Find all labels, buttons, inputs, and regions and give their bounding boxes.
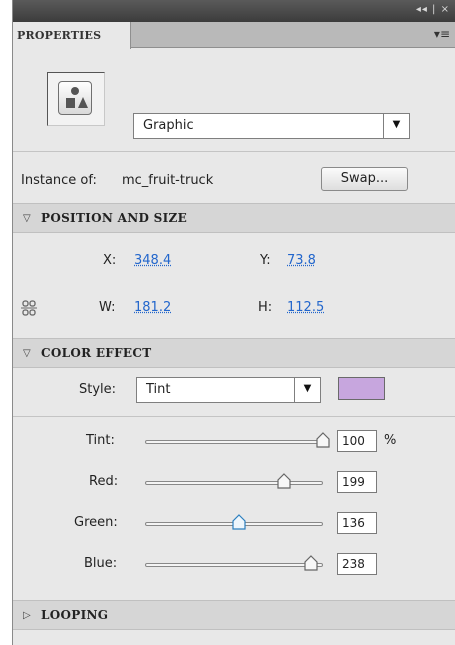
tint-slider[interactable] <box>145 432 330 449</box>
w-label: W: <box>99 300 116 315</box>
green-input[interactable]: 136 <box>337 512 377 534</box>
chain-link-icon[interactable] <box>20 300 38 320</box>
y-label: Y: <box>260 253 271 268</box>
slider-thumb[interactable] <box>232 514 246 530</box>
chevron-down-icon[interactable]: ▼ <box>383 114 409 138</box>
slider-track <box>145 481 323 485</box>
symbol-type-select[interactable]: Graphic ▼ <box>133 113 410 139</box>
red-label: Red: <box>89 474 119 489</box>
slider-thumb[interactable] <box>303 555 318 571</box>
slider-track <box>145 563 323 567</box>
slider-thumb[interactable] <box>316 432 330 448</box>
green-label: Green: <box>74 515 118 530</box>
section-looping[interactable]: ▷ LOOPING <box>13 600 455 630</box>
tab-row: PROPERTIES ▾≡ <box>13 22 455 49</box>
tint-color-swatch[interactable] <box>338 377 385 400</box>
tint-label: Tint: <box>86 433 115 448</box>
swap-button[interactable]: Swap... <box>321 167 408 191</box>
x-value[interactable]: 348.4 <box>134 253 171 268</box>
blue-slider[interactable] <box>145 555 323 572</box>
blue-input[interactable]: 238 <box>337 553 377 575</box>
divider <box>13 416 455 417</box>
symbol-type-value: Graphic <box>143 118 194 133</box>
style-label: Style: <box>79 382 117 397</box>
w-value[interactable]: 181.2 <box>134 300 171 315</box>
triangle-down-icon[interactable]: ▽ <box>23 348 31 359</box>
instance-of-label: Instance of: <box>21 173 97 188</box>
style-value: Tint <box>146 382 171 397</box>
style-select[interactable]: Tint ▼ <box>136 377 321 403</box>
divider <box>13 151 455 152</box>
panel-menu-icon[interactable]: ▾≡ <box>434 27 450 41</box>
tab-properties[interactable]: PROPERTIES <box>13 22 131 49</box>
percent-unit: % <box>384 433 397 448</box>
chevron-down-icon[interactable]: ▼ <box>294 378 320 402</box>
properties-panel: ◂◂ | × PROPERTIES ▾≡ Graphic ▼ Instance … <box>12 0 455 645</box>
slider-track <box>145 440 323 444</box>
section-position-and-size[interactable]: ▽ POSITION AND SIZE <box>13 203 455 233</box>
section-color-effect[interactable]: ▽ COLOR EFFECT <box>13 338 455 368</box>
h-label: H: <box>258 300 273 315</box>
blue-label: Blue: <box>84 556 118 571</box>
tint-input[interactable]: 100 <box>337 430 377 452</box>
graphic-symbol-glyph <box>66 87 88 108</box>
x-label: X: <box>103 253 117 268</box>
section-title: COLOR EFFECT <box>41 346 152 360</box>
triangle-down-icon[interactable]: ▽ <box>23 213 31 224</box>
section-title: POSITION AND SIZE <box>41 211 188 225</box>
green-slider[interactable] <box>145 514 323 531</box>
slider-thumb[interactable] <box>277 473 291 489</box>
symbol-preview <box>47 72 105 126</box>
triangle-right-icon[interactable]: ▷ <box>23 610 31 621</box>
h-value[interactable]: 112.5 <box>287 300 324 315</box>
instance-name: mc_fruit-truck <box>122 173 214 188</box>
red-input[interactable]: 199 <box>337 471 377 493</box>
panel-title-bar[interactable]: ◂◂ | × <box>13 0 455 22</box>
red-slider[interactable] <box>145 473 323 490</box>
graphic-symbol-icon <box>58 81 92 115</box>
section-title: LOOPING <box>41 608 109 622</box>
panel-window-controls[interactable]: ◂◂ | × <box>416 4 450 15</box>
y-value[interactable]: 73.8 <box>287 253 316 268</box>
